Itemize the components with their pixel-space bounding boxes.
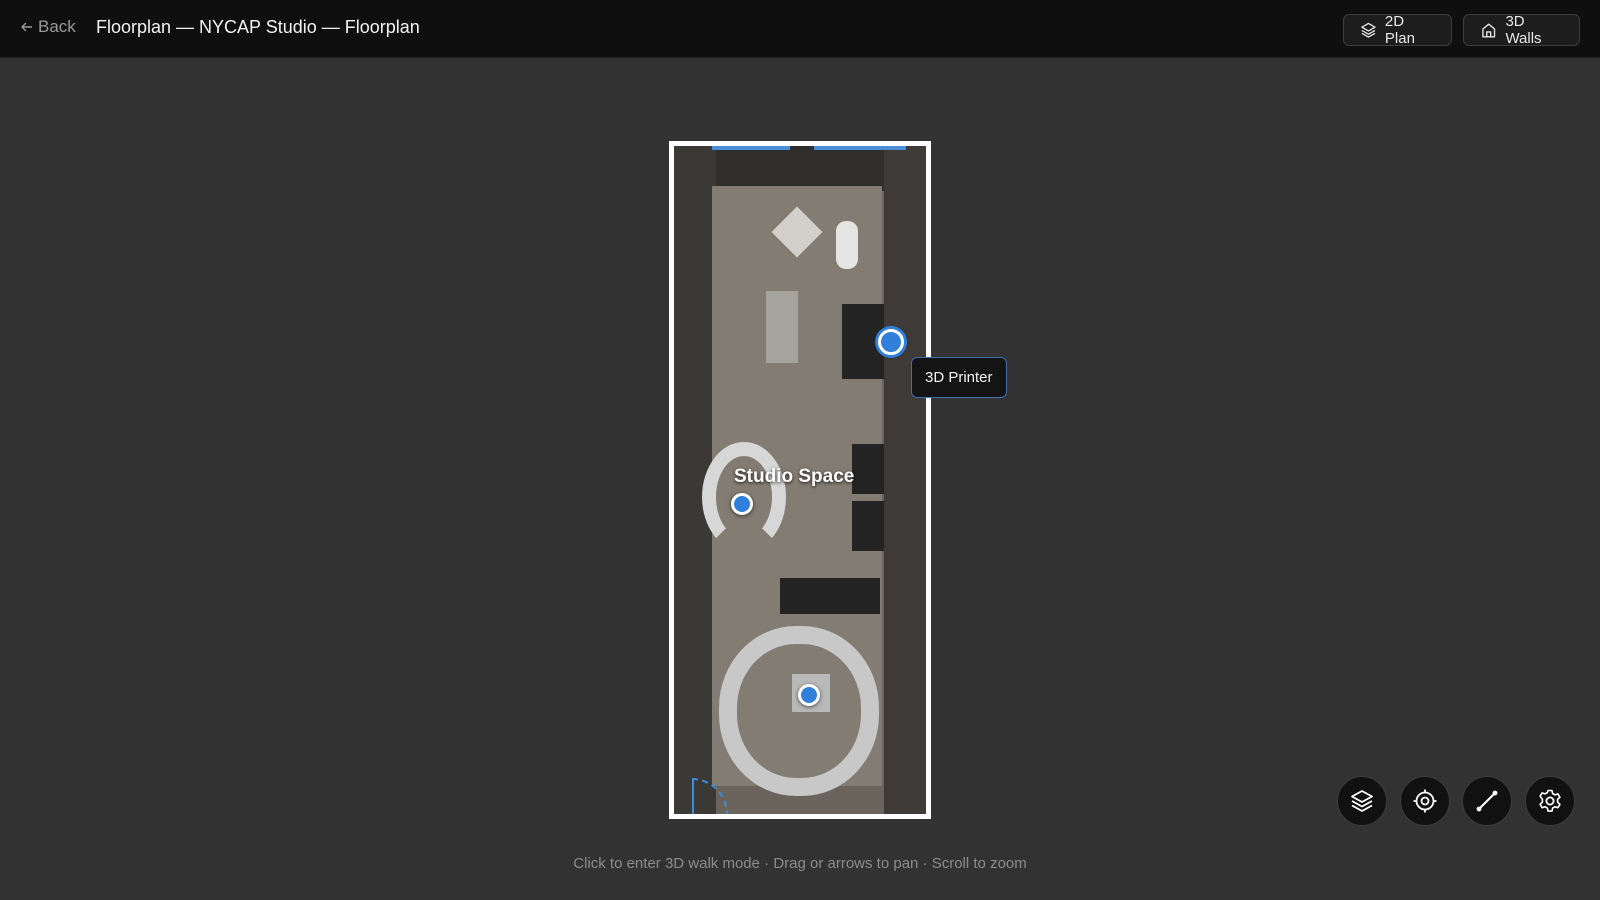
arrow-left-icon bbox=[21, 22, 32, 32]
top-bar: Back Floorplan — NYCAP Studio — Floorpla… bbox=[0, 0, 1600, 58]
side-table bbox=[836, 221, 858, 269]
pin-3d-printer[interactable] bbox=[878, 329, 904, 355]
floor-mat bbox=[852, 444, 884, 494]
layers-icon bbox=[1351, 790, 1373, 812]
window-marker bbox=[814, 146, 906, 150]
pin-studio-space[interactable] bbox=[731, 493, 753, 515]
recenter-button[interactable] bbox=[1400, 776, 1450, 826]
area-label: Studio Space bbox=[734, 466, 855, 487]
desk bbox=[766, 291, 798, 363]
gear-icon bbox=[1539, 789, 1561, 812]
target-icon bbox=[1413, 789, 1437, 813]
measure-button[interactable] bbox=[1462, 776, 1512, 826]
floor-mat bbox=[852, 501, 884, 551]
window-marker bbox=[712, 146, 790, 150]
3d-walls-button[interactable]: 3D Walls bbox=[1463, 13, 1580, 47]
measure-icon bbox=[1476, 790, 1498, 812]
page-title: Floorplan — NYCAP Studio — Floorplan bbox=[96, 17, 420, 37]
layers-icon bbox=[1361, 22, 1376, 38]
2d-plan-label: 2D Plan bbox=[1384, 13, 1415, 47]
floor-mat bbox=[780, 578, 880, 614]
navigation-hint: Click to enter 3D walk mode · Drag or ar… bbox=[573, 855, 1027, 872]
2d-plan-button[interactable]: 2D Plan bbox=[1343, 13, 1452, 47]
back-button[interactable]: Back bbox=[20, 17, 76, 37]
pin-lounge[interactable] bbox=[798, 684, 820, 706]
pin-tooltip: 3D Printer bbox=[911, 357, 1007, 398]
east-furniture-strip bbox=[884, 146, 926, 814]
home-icon bbox=[1482, 23, 1496, 38]
back-label: Back bbox=[38, 17, 76, 36]
3d-walls-label: 3D Walls bbox=[1505, 13, 1542, 47]
settings-button[interactable] bbox=[1525, 776, 1575, 826]
layers-button[interactable] bbox=[1337, 776, 1387, 826]
